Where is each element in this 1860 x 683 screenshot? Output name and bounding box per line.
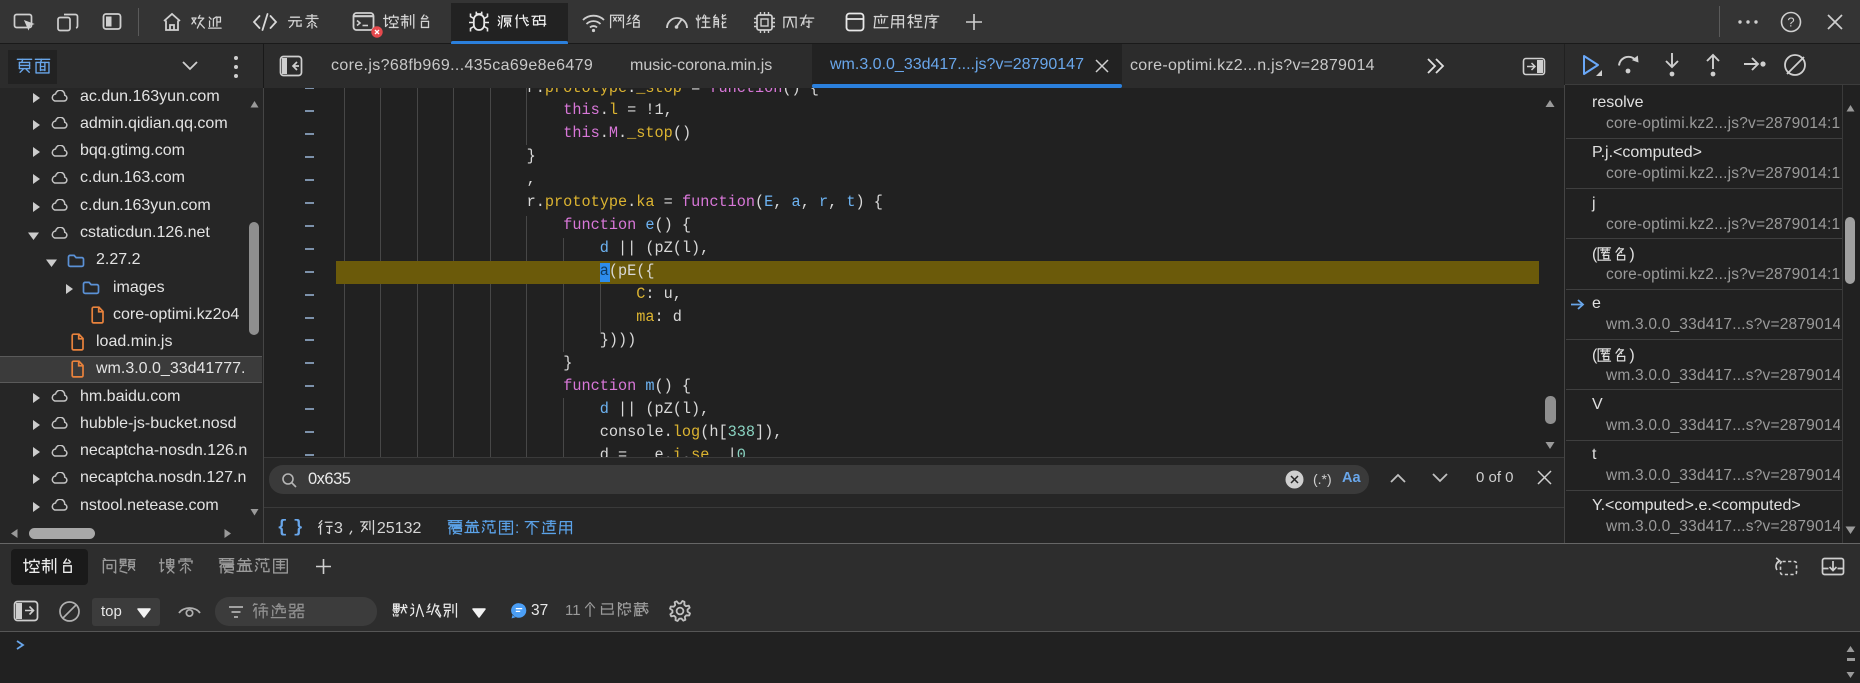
svg-text:?: ? (1787, 15, 1794, 30)
